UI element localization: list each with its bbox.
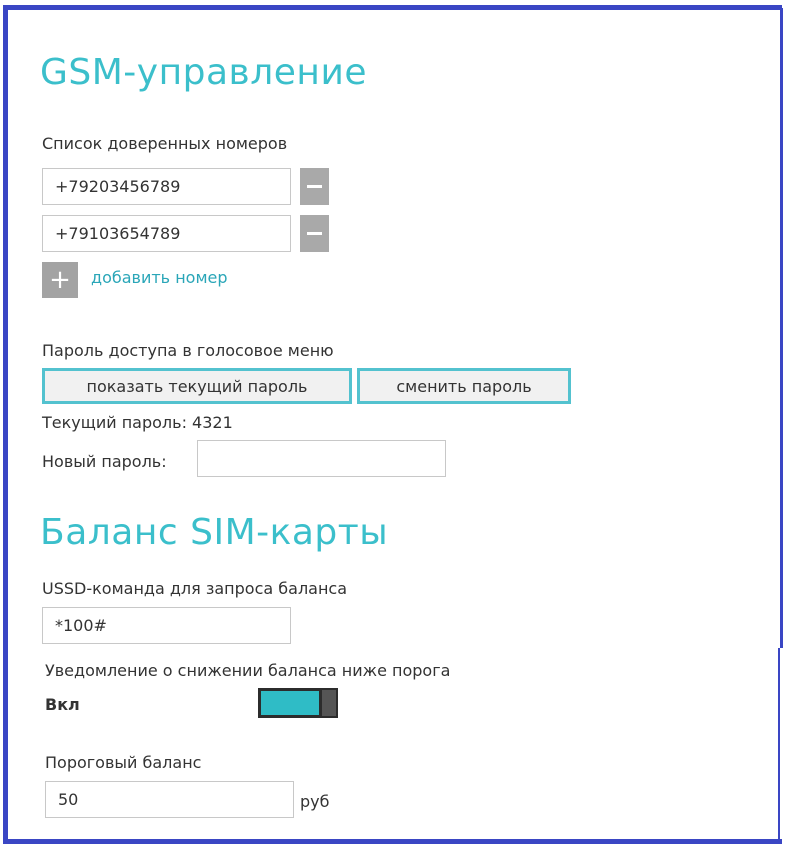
- ussd-label: USSD-команда для запроса баланса: [42, 579, 348, 598]
- panel-border: [780, 8, 783, 648]
- balance-section-title: Баланс SIM-карты: [40, 512, 389, 553]
- new-password-field[interactable]: [197, 440, 446, 477]
- change-password-button[interactable]: сменить пароль: [357, 368, 571, 404]
- new-password-label: Новый пароль:: [42, 452, 167, 471]
- add-number-button[interactable]: +: [42, 262, 78, 298]
- remove-number-button-1[interactable]: [300, 168, 329, 205]
- panel-border-lower: [778, 648, 780, 844]
- minus-icon: [307, 185, 322, 188]
- show-password-button[interactable]: показать текущий пароль: [42, 368, 352, 404]
- trusted-number-field-1[interactable]: +79203456789: [42, 168, 291, 205]
- password-section-label: Пароль доступа в голосовое меню: [42, 341, 334, 360]
- low-balance-toggle[interactable]: [258, 688, 338, 718]
- remove-number-button-2[interactable]: [300, 215, 329, 252]
- toggle-state-label: Вкл: [45, 695, 80, 714]
- gsm-section-title: GSM-управление: [40, 52, 368, 93]
- trusted-numbers-label: Список доверенных номеров: [42, 134, 288, 153]
- add-number-link[interactable]: добавить номер: [91, 268, 228, 287]
- currency-label: руб: [300, 792, 330, 811]
- threshold-label: Пороговый баланс: [45, 753, 202, 772]
- plus-icon: +: [49, 265, 71, 295]
- toggle-knob[interactable]: [322, 690, 336, 716]
- low-balance-notify-label: Уведомление о снижении баланса ниже поро…: [45, 661, 451, 680]
- minus-icon: [307, 232, 322, 235]
- ussd-field[interactable]: *100#: [42, 607, 291, 644]
- current-password-text: Текущий пароль: 4321: [42, 413, 233, 432]
- threshold-field[interactable]: 50: [45, 781, 294, 818]
- trusted-number-field-2[interactable]: +79103654789: [42, 215, 291, 252]
- toggle-fill: [261, 691, 319, 715]
